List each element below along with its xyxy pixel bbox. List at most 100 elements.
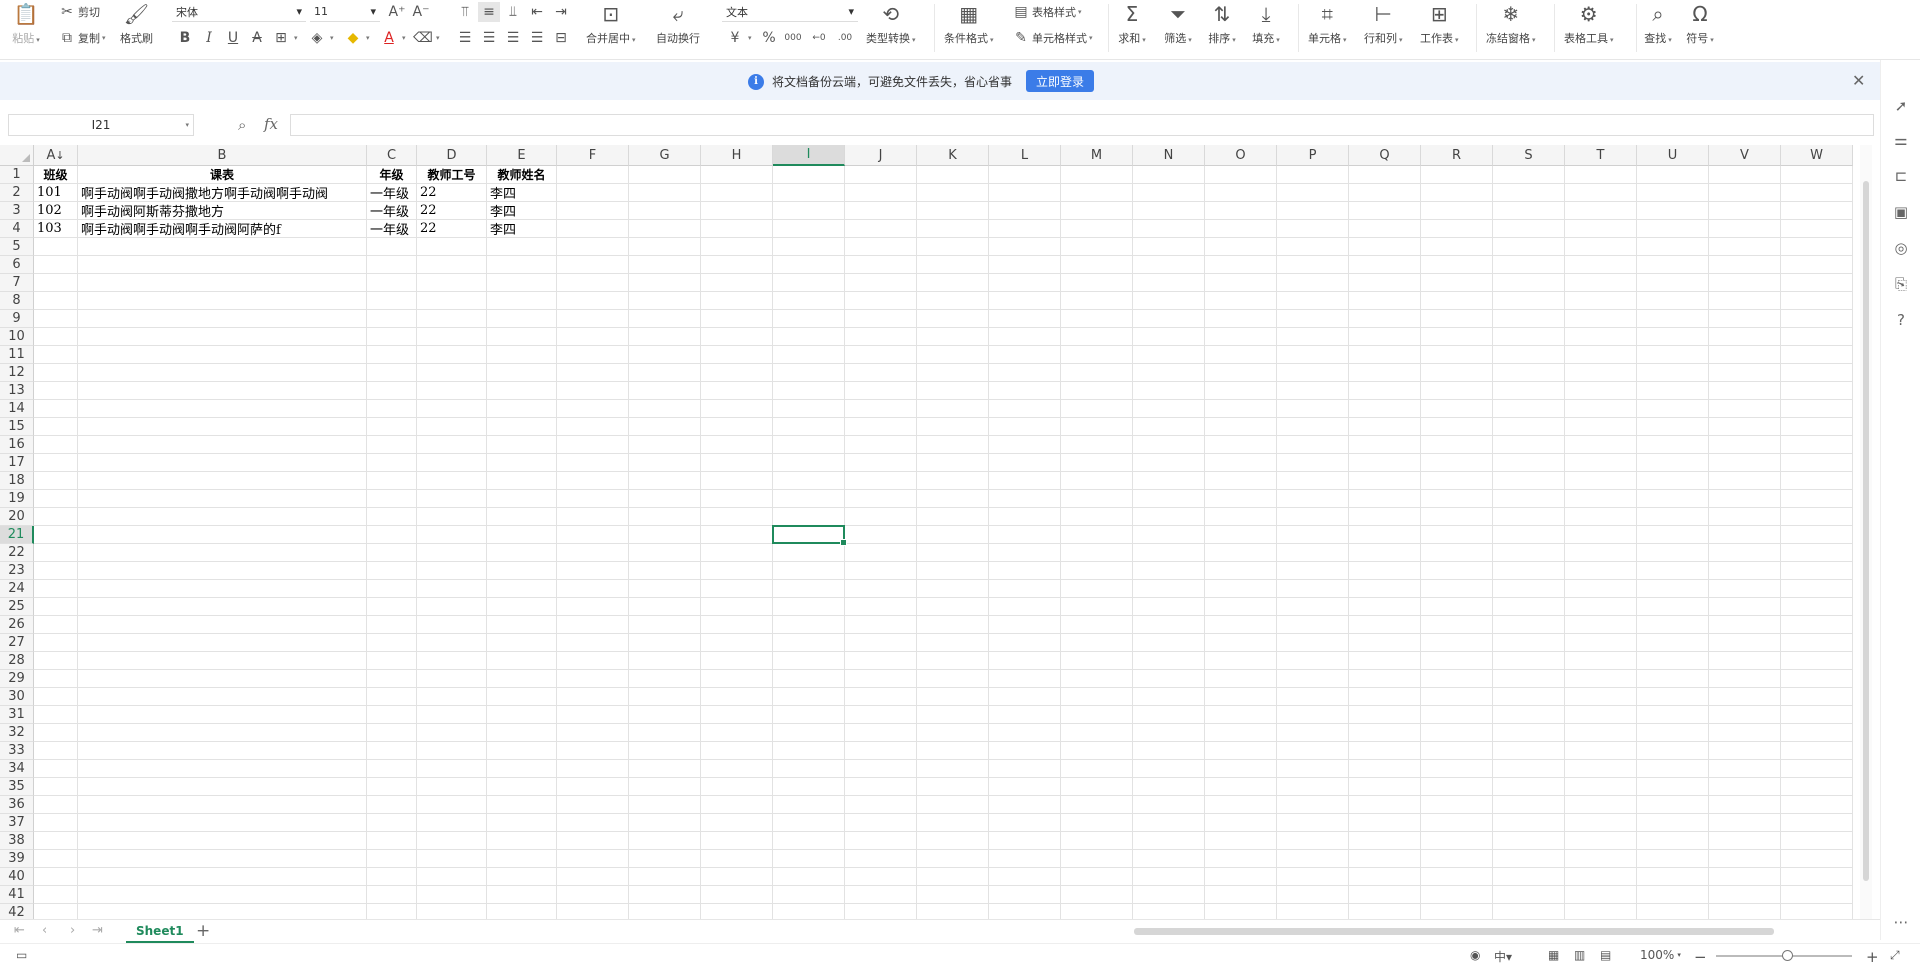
row-header-25[interactable]: 25 <box>0 598 34 616</box>
column-header-b[interactable]: B <box>78 145 367 166</box>
vertical-scrollbar[interactable] <box>1860 145 1872 919</box>
row-header-26[interactable]: 26 <box>0 616 34 634</box>
row-header-5[interactable]: 5 <box>0 238 34 256</box>
row-header-7[interactable]: 7 <box>0 274 34 292</box>
row-header-40[interactable]: 40 <box>0 868 34 886</box>
row-header-33[interactable]: 33 <box>0 742 34 760</box>
row-header-42[interactable]: 42 <box>0 904 34 919</box>
row-header-14[interactable]: 14 <box>0 400 34 418</box>
row-header-21[interactable]: 21 <box>0 526 34 544</box>
row-header-11[interactable]: 11 <box>0 346 34 364</box>
row-header-27[interactable]: 27 <box>0 634 34 652</box>
table-cell[interactable]: 啊手动阀啊手动阀撒地方啊手动阀啊手动阀 <box>78 184 366 201</box>
table-cell[interactable]: 103 <box>34 220 77 237</box>
align-center-button[interactable]: ☰ <box>478 28 500 48</box>
header-cell[interactable]: 教师姓名 <box>487 166 556 183</box>
table-cell[interactable]: 李四 <box>487 184 556 201</box>
column-header-h[interactable]: H <box>701 145 773 166</box>
row-header-20[interactable]: 20 <box>0 508 34 526</box>
increase-decimal-button[interactable]: ←0 <box>808 28 830 48</box>
border-button[interactable]: ⊞ ▾ <box>270 28 297 48</box>
align-middle-button[interactable]: ≡ <box>478 2 500 22</box>
row-header-8[interactable]: 8 <box>0 292 34 310</box>
row-header-39[interactable]: 39 <box>0 850 34 868</box>
row-header-29[interactable]: 29 <box>0 670 34 688</box>
table-cell[interactable]: 一年级 <box>367 184 416 201</box>
book-icon[interactable]: ⎘ <box>1891 274 1911 294</box>
column-header-c[interactable]: C <box>367 145 417 166</box>
row-header-17[interactable]: 17 <box>0 454 34 472</box>
symbol-button[interactable]: Ω 符号 ▾ <box>1686 2 1714 46</box>
italic-button[interactable]: I <box>198 28 220 48</box>
page-break-icon[interactable]: ▤ <box>1600 948 1611 962</box>
table-cell[interactable]: 李四 <box>487 220 556 237</box>
table-cell[interactable]: 22 <box>417 202 486 219</box>
align-right-button[interactable]: ☰ <box>502 28 524 48</box>
number-format-select[interactable]: 文本 ▾ <box>722 2 858 22</box>
distribute-button[interactable]: ⊟ <box>550 28 572 48</box>
underline-button[interactable]: U <box>222 28 244 48</box>
column-header-o[interactable]: O <box>1205 145 1277 166</box>
row-header-19[interactable]: 19 <box>0 490 34 508</box>
column-header-p[interactable]: P <box>1277 145 1349 166</box>
row-header-6[interactable]: 6 <box>0 256 34 274</box>
cell-button[interactable]: ⌗ 单元格 ▾ <box>1308 2 1347 46</box>
row-header-35[interactable]: 35 <box>0 778 34 796</box>
row-header-23[interactable]: 23 <box>0 562 34 580</box>
strikethrough-button[interactable]: A <box>246 28 268 48</box>
row-header-1[interactable]: 1 <box>0 166 34 184</box>
macro-icon[interactable]: ▭ <box>16 948 27 962</box>
column-header-e[interactable]: E <box>487 145 557 166</box>
page-layout-icon[interactable]: ▥ <box>1574 948 1585 962</box>
fill-pattern-button[interactable]: ◈ ▾ <box>306 28 334 48</box>
tree-icon[interactable]: ⊏ <box>1891 166 1911 186</box>
language-icon[interactable]: 中▾ <box>1494 948 1512 965</box>
login-button[interactable]: 立即登录 <box>1026 70 1095 92</box>
first-sheet-icon[interactable]: ⇤ <box>14 923 25 938</box>
table-cell[interactable]: 李四 <box>487 202 556 219</box>
pointer-icon[interactable]: ➚ <box>1891 96 1911 116</box>
table-cell[interactable]: 22 <box>417 220 486 237</box>
row-header-3[interactable]: 3 <box>0 202 34 220</box>
clear-button[interactable]: ⌫ ▾ <box>412 28 439 48</box>
paste-button[interactable]: 📋 粘贴 ▾ <box>12 2 40 46</box>
row-header-30[interactable]: 30 <box>0 688 34 706</box>
row-header-15[interactable]: 15 <box>0 418 34 436</box>
table-style-button[interactable]: ▤ 表格样式 ▾ <box>1010 2 1081 22</box>
table-cell[interactable]: 102 <box>34 202 77 219</box>
row-header-36[interactable]: 36 <box>0 796 34 814</box>
column-header-n[interactable]: N <box>1133 145 1205 166</box>
zoom-icon[interactable]: ⌕ <box>238 116 246 134</box>
type-convert-button[interactable]: ⟲ 类型转换 ▾ <box>866 2 916 46</box>
vertical-scroll-thumb[interactable] <box>1863 181 1869 881</box>
align-top-button[interactable]: ⫪ <box>454 2 476 22</box>
header-cell[interactable]: 教师工号 <box>417 166 486 183</box>
column-header-v[interactable]: V <box>1709 145 1781 166</box>
align-bottom-button[interactable]: ⫫ <box>502 2 524 22</box>
prev-sheet-icon[interactable]: ‹ <box>42 923 47 938</box>
column-header-t[interactable]: T <box>1565 145 1637 166</box>
column-header-j[interactable]: J <box>845 145 917 166</box>
justify-button[interactable]: ☰ <box>526 28 548 48</box>
fx-icon[interactable]: fx <box>264 115 278 133</box>
font-grow-button[interactable]: A⁺ <box>386 2 408 22</box>
cut-button[interactable]: ✂ 剪切 <box>56 2 100 22</box>
thousands-button[interactable]: 000 <box>782 28 804 48</box>
row-header-34[interactable]: 34 <box>0 760 34 778</box>
fullscreen-icon[interactable]: ⤢ <box>1890 948 1900 963</box>
spreadsheet-grid[interactable]: A ↓ B C D E F G H I J K L M N O P Q R S T U V W 1 2 3 4 5 6 7 8 9 10 11 12… <box>0 145 1858 919</box>
row-header-16[interactable]: 16 <box>0 436 34 454</box>
column-header-w[interactable]: W <box>1781 145 1853 166</box>
column-header-s[interactable]: S <box>1493 145 1565 166</box>
last-sheet-icon[interactable]: ⇥ <box>92 923 103 938</box>
row-header-9[interactable]: 9 <box>0 310 34 328</box>
find-button[interactable]: ⌕ 查找 ▾ <box>1644 2 1672 46</box>
column-header-r[interactable]: R <box>1421 145 1493 166</box>
column-header-k[interactable]: K <box>917 145 989 166</box>
formula-input[interactable] <box>290 114 1874 136</box>
column-header-q[interactable]: Q <box>1349 145 1421 166</box>
cell-style-button[interactable]: ✎ 单元格样式 ▾ <box>1010 28 1092 48</box>
format-painter-button[interactable]: 🖌 格式刷 <box>120 2 153 46</box>
font-size-select[interactable]: 11 ▾ <box>310 2 380 22</box>
row-header-32[interactable]: 32 <box>0 724 34 742</box>
